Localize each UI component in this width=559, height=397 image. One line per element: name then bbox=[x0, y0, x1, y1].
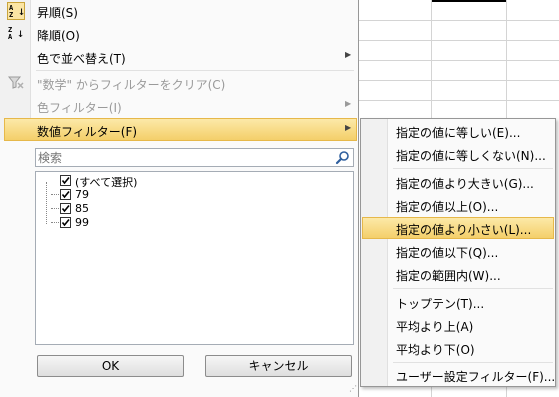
submenu-arrow-icon: ▶ bbox=[345, 50, 352, 59]
ok-button[interactable]: OK bbox=[37, 355, 184, 377]
filter-greater-than-item[interactable]: 指定の値より大きい(G)... bbox=[362, 171, 554, 193]
submenu-arrow-icon: ▶ bbox=[345, 123, 352, 132]
filter-below-average-item[interactable]: 平均より下(O) bbox=[362, 337, 554, 359]
checkbox-checked[interactable] bbox=[60, 175, 71, 186]
filter-top-ten-item[interactable]: トップテン(T)... bbox=[362, 291, 554, 313]
checkbox-checked[interactable] bbox=[60, 203, 71, 214]
selected-cell-border bbox=[432, 0, 506, 2]
number-filter-submenu: 指定の値に等しい(E)... 指定の値に等しくない(N)... 指定の値より大き… bbox=[360, 118, 556, 387]
cancel-button[interactable]: キャンセル bbox=[205, 355, 352, 377]
clear-filter-item[interactable]: "数学" からフィルターをクリア(C) bbox=[0, 72, 357, 95]
sort-by-color-label: 色で並べ替え(T) bbox=[37, 52, 126, 66]
filter-equals-item[interactable]: 指定の値に等しい(E)... bbox=[362, 120, 554, 142]
sort-ascending-item[interactable]: A Z ↓ 昇順(S) bbox=[0, 0, 357, 23]
sort-descending-icon: Z A ↓ bbox=[7, 25, 25, 43]
sort-descending-label: 降順(O) bbox=[37, 29, 80, 43]
filter-less-than-label: 指定の値より小さい(L)... bbox=[396, 223, 532, 237]
tree-line bbox=[51, 222, 59, 223]
filter-below-average-label: 平均より下(O) bbox=[396, 343, 475, 357]
color-filter-item[interactable]: 色フィルター(I) ▶ bbox=[0, 95, 357, 118]
grid-line bbox=[359, 20, 559, 21]
filter-between-label: 指定の範囲内(W)... bbox=[396, 269, 501, 283]
filter-greater-than-label: 指定の値より大きい(G)... bbox=[396, 177, 534, 191]
menu-separator bbox=[393, 362, 553, 363]
sort-ascending-icon: A Z ↓ bbox=[7, 2, 25, 20]
filter-less-than-item[interactable]: 指定の値より小さい(L)... bbox=[362, 217, 554, 239]
filter-not-equals-item[interactable]: 指定の値に等しくない(N)... bbox=[362, 143, 554, 165]
menu-separator bbox=[393, 288, 553, 289]
sort-icon-letter: A bbox=[8, 33, 13, 41]
list-item-label: 79 bbox=[75, 188, 89, 201]
sort-ascending-label: 昇順(S) bbox=[37, 6, 78, 20]
checkbox-checked[interactable] bbox=[60, 189, 71, 200]
search-box[interactable] bbox=[35, 148, 354, 167]
checkbox-checked[interactable] bbox=[60, 217, 71, 228]
filter-equals-label: 指定の値に等しい(E)... bbox=[396, 126, 521, 140]
filter-between-item[interactable]: 指定の範囲内(W)... bbox=[362, 263, 554, 285]
tree-line bbox=[46, 182, 47, 224]
filter-custom-label: ユーザー設定フィルター(F)... bbox=[396, 370, 556, 384]
sort-descending-item[interactable]: Z A ↓ 降順(O) bbox=[0, 23, 357, 46]
submenu-arrow-icon: ▶ bbox=[345, 99, 352, 108]
menu-separator bbox=[36, 70, 354, 71]
clear-filter-label: "数学" からフィルターをクリア(C) bbox=[37, 78, 226, 92]
down-arrow-icon: ↓ bbox=[17, 26, 25, 40]
sort-icon-letter: Z bbox=[9, 11, 14, 19]
value-checkbox-list[interactable]: (すべて選択) 79 85 99 bbox=[35, 171, 354, 345]
number-filter-item[interactable]: 数値フィルター(F) ▶ bbox=[4, 118, 357, 141]
filter-less-or-equal-item[interactable]: 指定の値以下(Q)... bbox=[362, 240, 554, 262]
filter-top-ten-label: トップテン(T)... bbox=[396, 297, 485, 311]
tree-line bbox=[51, 194, 59, 195]
search-icon[interactable] bbox=[335, 150, 350, 165]
filter-greater-or-equal-label: 指定の値以上(O)... bbox=[396, 200, 499, 214]
filter-above-average-label: 平均より上(A) bbox=[396, 320, 474, 334]
list-item-label: 99 bbox=[75, 216, 89, 229]
sort-by-color-item[interactable]: 色で並べ替え(T) ▶ bbox=[0, 46, 357, 69]
menu-separator bbox=[393, 168, 553, 169]
filter-custom-item[interactable]: ユーザー設定フィルター(F)... bbox=[362, 364, 556, 386]
color-filter-label: 色フィルター(I) bbox=[37, 101, 122, 115]
autofilter-menu: A Z ↓ 昇順(S) Z A ↓ 降順(O) 色で並べ替え(T) ▶ "数学"… bbox=[0, 0, 359, 397]
tree-line bbox=[51, 208, 59, 209]
grid-line bbox=[359, 100, 559, 101]
list-item-label: 85 bbox=[75, 202, 89, 215]
filter-less-or-equal-label: 指定の値以下(Q)... bbox=[396, 246, 499, 260]
number-filter-label: 数値フィルター(F) bbox=[37, 125, 138, 139]
grid-line bbox=[359, 80, 559, 81]
grid-line bbox=[359, 40, 559, 41]
grid-line bbox=[359, 60, 559, 61]
search-input[interactable] bbox=[38, 150, 328, 165]
down-arrow-icon: ↓ bbox=[18, 4, 26, 18]
filter-not-equals-label: 指定の値に等しくない(N)... bbox=[396, 149, 546, 163]
resize-grip-icon[interactable]: ⋰ bbox=[349, 384, 357, 393]
clear-filter-icon bbox=[7, 74, 25, 92]
filter-above-average-item[interactable]: 平均より上(A) bbox=[362, 314, 554, 336]
filter-greater-or-equal-item[interactable]: 指定の値以上(O)... bbox=[362, 194, 554, 216]
